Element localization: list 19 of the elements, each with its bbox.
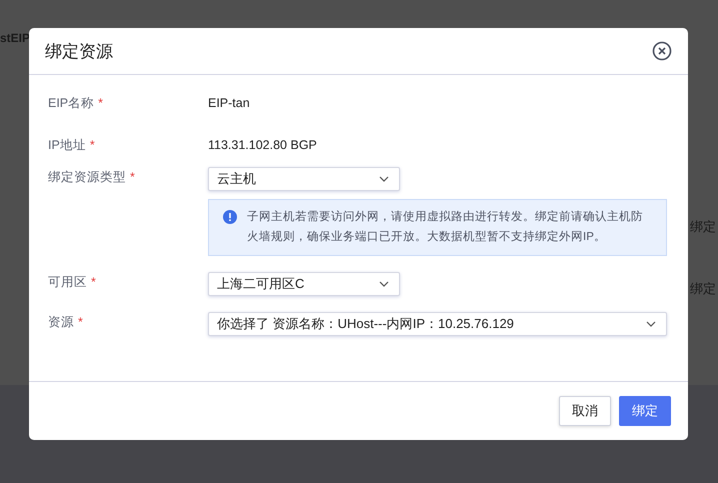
field-label: 资源 * (48, 314, 84, 331)
field-value: 113.31.102.80 BGP (208, 137, 318, 154)
field-label: 可用区 * (48, 274, 97, 291)
caret-icon (646, 321, 656, 327)
dialog-title: 绑定资源 (45, 40, 113, 62)
select-field[interactable]: 云主机 (208, 167, 400, 191)
info-icon (223, 210, 237, 224)
close-icon[interactable] (652, 41, 672, 61)
select-field[interactable]: 上海二可用区C (208, 272, 400, 296)
caret-icon (379, 281, 389, 287)
field-label: IP地址 * (48, 137, 96, 154)
caret-icon (379, 176, 389, 182)
field-label: 绑定资源类型 * (48, 169, 136, 186)
confirm-button[interactable]: 绑定 (619, 396, 671, 426)
notice-text: 子网主机若需要访问外网，请使用虚拟路由进行转发。绑定前请确认主机防火墙规则，确保业务端口已开放。大数据机型暂不支持绑定外网IP。 (247, 209, 644, 245)
select-field[interactable]: 你选择了 资源名称：UHost---内网IP：10.25.76.129 (208, 312, 667, 336)
cancel-button[interactable]: 取消 (559, 396, 611, 426)
field-value: EIP-tan (208, 95, 251, 112)
field-label: EIP名称 * (48, 95, 104, 112)
